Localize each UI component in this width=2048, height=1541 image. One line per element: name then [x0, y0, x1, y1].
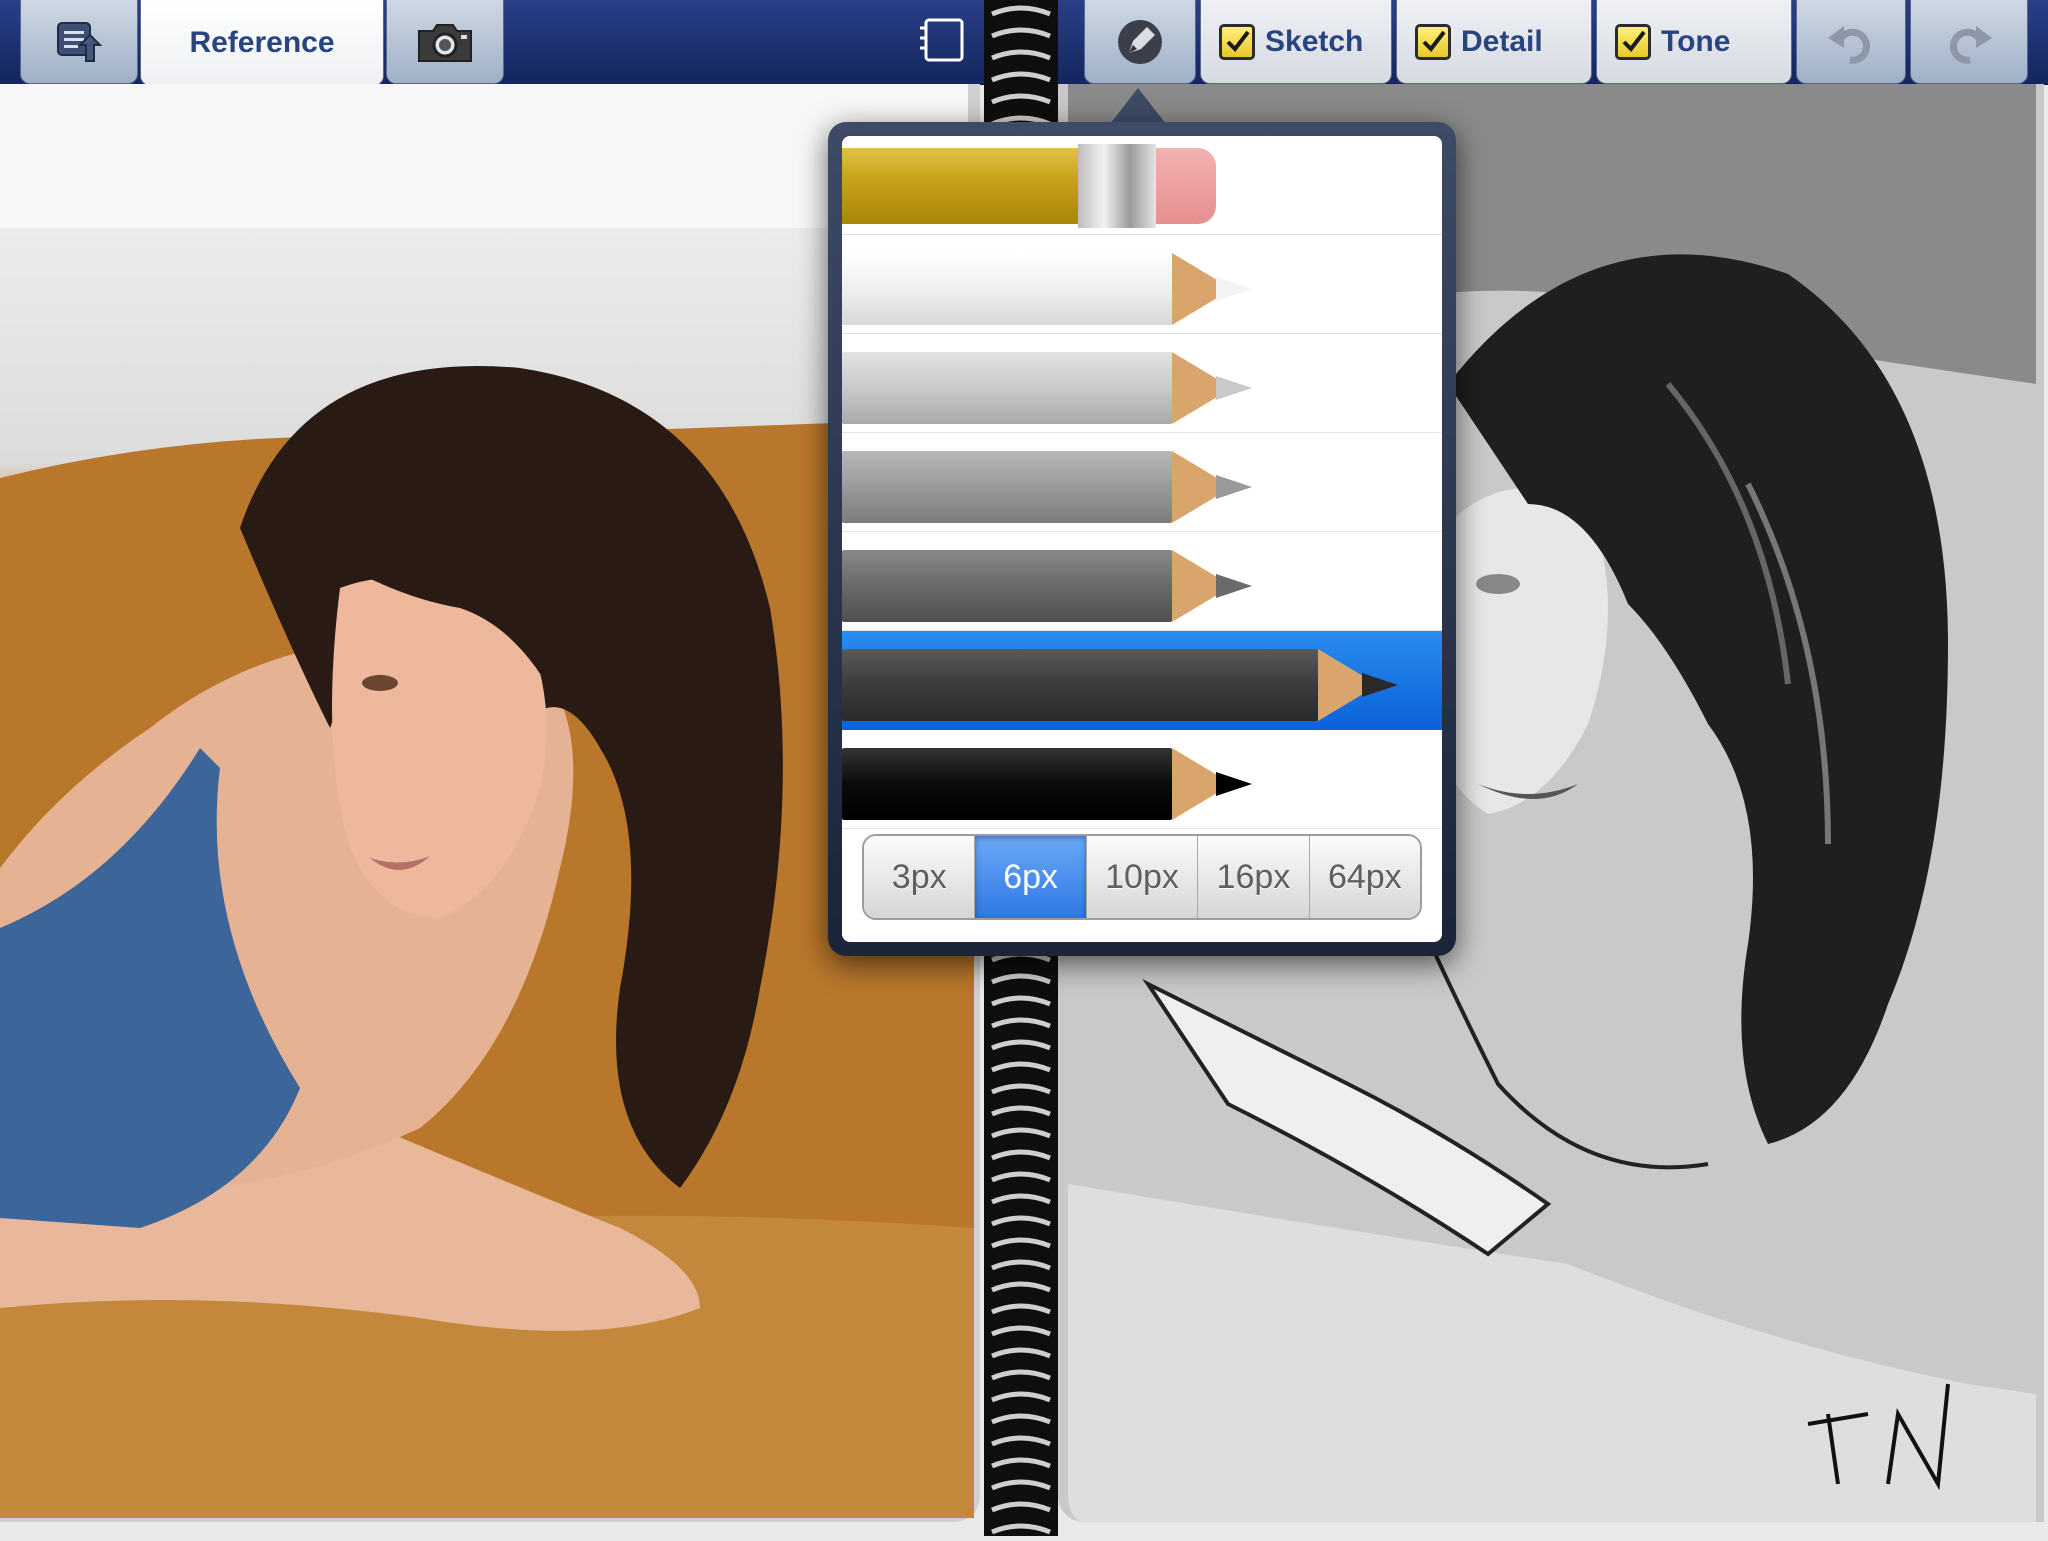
- tone-layer-checkbox[interactable]: [1615, 23, 1651, 60]
- pencil-body: [842, 451, 1172, 523]
- camera-tab[interactable]: [386, 0, 504, 84]
- sketch-layer-label: Sketch: [1265, 24, 1364, 58]
- pencil-option-light-gray[interactable]: [842, 334, 1442, 433]
- camera-icon: [415, 21, 475, 63]
- spiral-coil: [991, 1105, 1051, 1117]
- pencil-tip: [1362, 673, 1398, 697]
- undo-button[interactable]: [1796, 0, 1906, 84]
- spiral-coil: [991, 1325, 1051, 1337]
- size-button-3px[interactable]: 3px: [864, 836, 976, 918]
- pencil-tip: [1216, 475, 1252, 499]
- spiral-coil: [991, 1501, 1051, 1513]
- pencil-option-black[interactable]: [842, 730, 1442, 829]
- tab-reference[interactable]: Reference: [140, 0, 384, 86]
- spiral-coil: [991, 1039, 1051, 1051]
- size-button-6px[interactable]: 6px: [975, 836, 1087, 918]
- gallery-tab[interactable]: [20, 0, 138, 84]
- spiral-coil: [991, 5, 1051, 17]
- spiral-coil: [991, 1127, 1051, 1139]
- spiral-coil: [991, 1237, 1051, 1249]
- spiral-coil: [991, 1457, 1051, 1469]
- spiral-coil: [991, 1193, 1051, 1205]
- pencil-tip: [1216, 376, 1252, 400]
- detail-layer-label: Detail: [1461, 24, 1543, 58]
- pencil-body: [842, 352, 1172, 424]
- layer-tab-detail[interactable]: Detail: [1396, 0, 1592, 84]
- gallery-export-icon: [56, 21, 102, 63]
- pencil-tip: [1216, 277, 1252, 301]
- pencil-option-mid-gray[interactable]: [842, 433, 1442, 532]
- pencil-option-eraser[interactable]: [842, 136, 1442, 235]
- spiral-coil: [991, 1281, 1051, 1293]
- popover-arrow: [1110, 88, 1166, 124]
- spiral-coil: [991, 995, 1051, 1007]
- size-button-64px[interactable]: 64px: [1309, 836, 1420, 918]
- spiral-coil: [991, 1149, 1051, 1161]
- pencil-tip: [1216, 574, 1252, 598]
- spiral-coil: [991, 1171, 1051, 1183]
- spiral-coil: [991, 1413, 1051, 1425]
- stroke-size-selector: 3px 6px 10px 16px 64px: [862, 834, 1422, 920]
- pencil-tip: [1216, 772, 1252, 796]
- spiral-coil: [991, 1303, 1051, 1315]
- layer-tab-tone[interactable]: Tone: [1596, 0, 1792, 84]
- pencil-option-dark-gray[interactable]: [842, 532, 1442, 631]
- undo-icon: [1826, 20, 1876, 64]
- spiral-coil: [991, 1061, 1051, 1073]
- pencil-tool-icon: [1115, 17, 1165, 67]
- eraser-ferrule: [1078, 144, 1156, 228]
- spiral-coil: [991, 1479, 1051, 1491]
- spiral-coil: [991, 1347, 1051, 1359]
- sketch-layer-checkbox[interactable]: [1219, 23, 1255, 60]
- spiral-coil: [991, 1017, 1051, 1029]
- eraser-body: [842, 148, 1078, 224]
- pencil-body: [842, 550, 1172, 622]
- spiral-coil: [991, 1083, 1051, 1095]
- reference-tab-label: Reference: [189, 25, 335, 59]
- page-toggle-button[interactable]: [918, 14, 970, 71]
- spiral-coil: [991, 1523, 1051, 1535]
- pencil-tool-tab[interactable]: [1084, 0, 1196, 84]
- pencil-body: [842, 649, 1318, 721]
- spiral-coil: [991, 93, 1051, 105]
- redo-button[interactable]: [1910, 0, 2028, 84]
- spiral-coil: [991, 973, 1051, 985]
- spiral-coil: [991, 1369, 1051, 1381]
- pencil-option-charcoal[interactable]: [842, 631, 1442, 730]
- spiral-coil: [991, 49, 1051, 61]
- pencil-list: 3px 6px 10px 16px 64px: [842, 136, 1442, 942]
- spiral-coil: [991, 1391, 1051, 1403]
- page-toggle-icon: [918, 18, 970, 70]
- size-button-10px[interactable]: 10px: [1086, 836, 1199, 918]
- pencil-body: [842, 748, 1172, 820]
- pencil-body: [842, 253, 1172, 325]
- eraser-tip: [1156, 148, 1216, 224]
- detail-layer-checkbox[interactable]: [1415, 23, 1451, 60]
- size-button-16px[interactable]: 16px: [1198, 836, 1310, 918]
- spiral-coil: [991, 71, 1051, 83]
- spiral-coil: [991, 1215, 1051, 1227]
- layer-tab-sketch[interactable]: Sketch: [1200, 0, 1392, 84]
- pencil-picker-popover: 3px 6px 10px 16px 64px: [828, 122, 1456, 956]
- spiral-coil: [991, 27, 1051, 39]
- tone-layer-label: Tone: [1661, 24, 1731, 58]
- redo-icon: [1944, 20, 1994, 64]
- spiral-coil: [991, 1259, 1051, 1271]
- spiral-coil: [991, 1435, 1051, 1447]
- pencil-option-white[interactable]: [842, 235, 1442, 334]
